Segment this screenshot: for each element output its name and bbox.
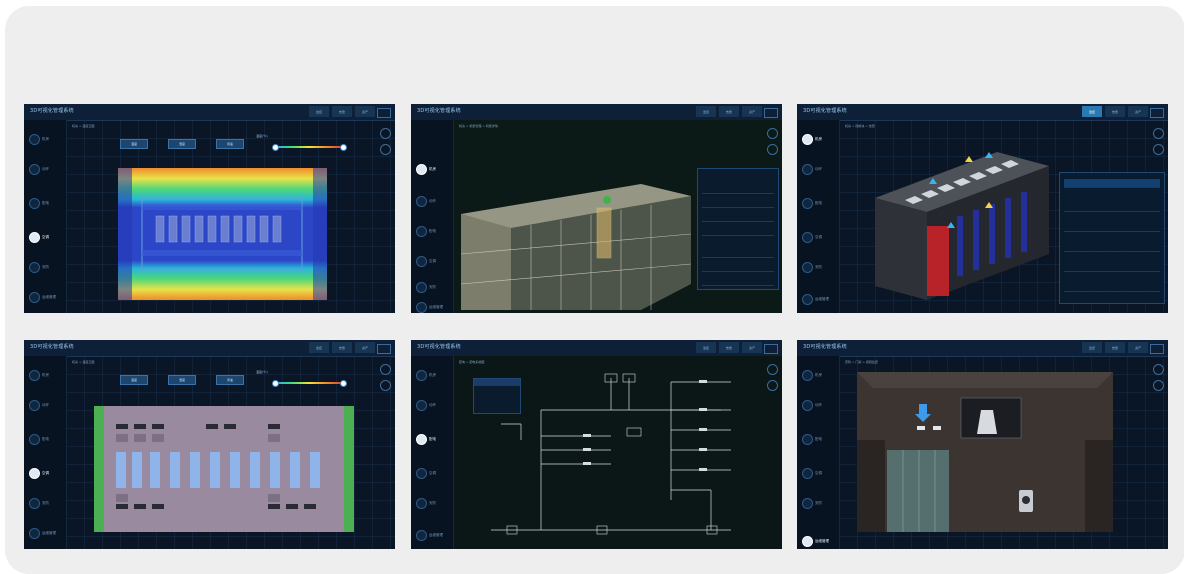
power-single-line-diagram: [491, 373, 731, 535]
alarm-item[interactable]: [1064, 275, 1160, 292]
alarm-list-panel: [1059, 172, 1165, 304]
floor-plan-view: [94, 406, 354, 532]
screenshot-access-control[interactable]: 3D可视化管理系统 监控 告警 资产 机房 动环 配电 空调 安防 运维管理 安…: [797, 340, 1168, 549]
screenshot-thermal-map[interactable]: 3D可视化管理系统 监控 告警 资产 机房 动环 配电 空调 安防 运维管理 机…: [24, 104, 395, 313]
screenshot-micro-module[interactable]: 3D可视化管理系统 监控 告警 资产 机房 动环 配电 空调 安防 运维管理 机…: [797, 104, 1168, 313]
gallery-card: 3D可视化管理系统 监控 告警 资产 机房 动环 配电 空调 安防 运维管理 机…: [5, 6, 1184, 574]
corridor-3d-view: [857, 372, 1113, 532]
alarm-item[interactable]: [1064, 195, 1160, 212]
thermal-cloud-map: [118, 168, 327, 300]
alarm-item[interactable]: [1064, 235, 1160, 252]
alarm-item[interactable]: [1064, 255, 1160, 272]
screenshot-floor-plan[interactable]: 3D可视化管理系统 监控 告警 资产 机房 动环 配电 空调 安防 运维管理 机…: [24, 340, 395, 549]
screenshot-power-diagram[interactable]: 3D可视化管理系统 监控 告警 资产 机房 动环 配电 空调 安防 运维管理 配…: [411, 340, 782, 549]
cabinet-info-panel: [697, 168, 779, 290]
alarm-item[interactable]: [1064, 215, 1160, 232]
screenshot-3d-cabinet[interactable]: 3D可视化管理系统 监控 告警 资产 机房 动环 配电 空调 安防 运维管理 机…: [411, 104, 782, 313]
